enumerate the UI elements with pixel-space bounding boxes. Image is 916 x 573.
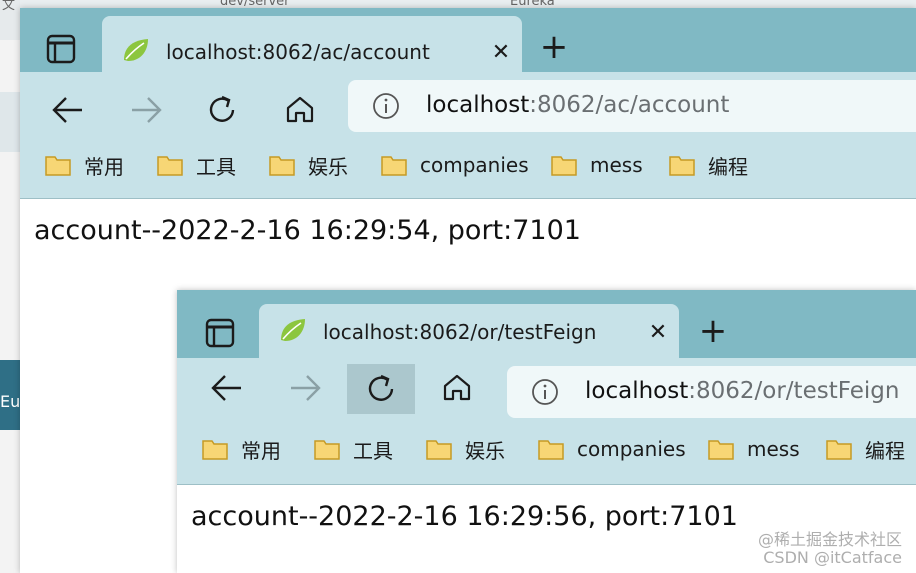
forward-button[interactable] xyxy=(283,366,327,410)
home-icon xyxy=(443,374,471,401)
tab-active[interactable]: localhost:8062/or/testFeign ✕ xyxy=(259,304,679,358)
info-icon[interactable] xyxy=(372,92,400,120)
tab-actions-button[interactable] xyxy=(44,32,78,66)
url-host: localhost xyxy=(426,92,530,118)
background-window-text: Eu xyxy=(0,392,21,411)
folder-icon xyxy=(157,156,183,176)
plus-icon[interactable]: + xyxy=(536,30,572,66)
folder-icon xyxy=(669,156,695,176)
url-host: localhost xyxy=(585,378,689,404)
bookmark-folder-娱乐[interactable]: 娱乐 xyxy=(425,434,505,464)
folder-icon xyxy=(202,440,228,460)
arrow-right-icon xyxy=(291,375,321,401)
url-path: :8062/ac/account xyxy=(529,92,730,118)
bookmark-label: 常用 xyxy=(241,438,281,463)
tab-active[interactable]: localhost:8062/ac/account ✕ xyxy=(102,16,522,72)
bookmark-folder-常用[interactable]: 常用 xyxy=(44,150,124,180)
tab-strip-icon xyxy=(205,318,235,348)
bookmark-label: companies xyxy=(420,153,529,177)
arrow-left-icon xyxy=(211,375,241,401)
folder-icon xyxy=(426,440,452,460)
tab-actions-button[interactable] xyxy=(203,316,237,350)
plus-icon[interactable]: + xyxy=(695,314,731,350)
home-button[interactable] xyxy=(278,88,322,132)
bookmark-label: companies xyxy=(577,437,686,461)
tab-bar: localhost:8062/or/testFeign ✕ + xyxy=(177,290,916,358)
folder-icon xyxy=(45,156,71,176)
info-icon[interactable] xyxy=(531,378,559,406)
bookmark-folder-常用[interactable]: 常用 xyxy=(201,434,281,464)
bookmark-folder-mess[interactable]: mess xyxy=(707,434,800,464)
bookmark-folder-mess[interactable]: mess xyxy=(550,150,643,180)
address-bar[interactable]: localhost:8062/or/testFeign xyxy=(507,366,916,418)
arrow-right-icon xyxy=(132,97,162,123)
bookmark-label: 娱乐 xyxy=(308,154,348,179)
bookmarks-bar: 常用 工具 娱乐 companies mess 编程 xyxy=(177,428,916,470)
arrow-left-icon xyxy=(52,97,82,123)
tab-bar: localhost:8062/ac/account ✕ + xyxy=(20,8,916,72)
tab-strip-icon xyxy=(46,34,76,64)
reload-button[interactable] xyxy=(347,364,415,414)
folder-icon xyxy=(314,440,340,460)
tab-title: localhost:8062/ac/account xyxy=(166,40,430,64)
reload-button[interactable] xyxy=(200,88,244,132)
bookmark-label: mess xyxy=(747,437,800,461)
tab-title: localhost:8062/or/testFeign xyxy=(323,320,597,344)
bookmark-label: 编程 xyxy=(708,154,748,179)
navigation-toolbar: localhost:8062/or/testFeign 常用 工具 娱乐 com… xyxy=(177,358,916,484)
address-url[interactable]: localhost:8062/ac/account xyxy=(426,92,729,118)
bookmark-folder-companies[interactable]: companies xyxy=(380,150,529,180)
folder-icon xyxy=(551,156,577,176)
back-button[interactable] xyxy=(46,88,90,132)
forward-button[interactable] xyxy=(124,88,168,132)
leaf-icon xyxy=(124,39,148,61)
bookmark-folder-工具[interactable]: 工具 xyxy=(313,434,393,464)
reload-icon xyxy=(209,95,235,122)
folder-icon xyxy=(538,440,564,460)
leaf-icon xyxy=(281,319,305,341)
bookmark-label: 编程 xyxy=(865,438,905,463)
bookmark-label: mess xyxy=(590,153,643,177)
close-icon[interactable]: ✕ xyxy=(647,322,669,344)
background-strip xyxy=(0,92,20,152)
bookmark-folder-娱乐[interactable]: 娱乐 xyxy=(268,150,348,180)
home-button[interactable] xyxy=(435,366,479,410)
bookmark-folder-工具[interactable]: 工具 xyxy=(156,150,236,180)
navigation-toolbar: localhost:8062/ac/account 常用 工具 娱乐 compa… xyxy=(20,72,916,198)
bookmarks-bar: 常用 工具 娱乐 companies mess 编程 xyxy=(20,144,916,186)
watermark: @稀土掘金技术社区 CSDN @itCatface xyxy=(758,531,902,567)
bookmark-folder-编程[interactable]: 编程 xyxy=(668,150,748,180)
folder-icon xyxy=(269,156,295,176)
bookmark-label: 工具 xyxy=(196,154,236,179)
bookmark-label: 常用 xyxy=(84,154,124,179)
watermark-line: CSDN @itCatface xyxy=(763,548,902,567)
background-window: Eu xyxy=(0,0,20,573)
response-text: account--2022-2-16 16:29:54, port:7101 xyxy=(34,215,581,246)
bookmark-folder-companies[interactable]: companies xyxy=(537,434,686,464)
bookmark-label: 娱乐 xyxy=(465,438,505,463)
background-text: 文 xyxy=(2,0,16,13)
address-bar[interactable]: localhost:8062/ac/account xyxy=(348,80,916,132)
folder-icon xyxy=(708,440,734,460)
folder-icon xyxy=(826,440,852,460)
url-path: :8062/or/testFeign xyxy=(688,378,900,404)
home-icon xyxy=(286,96,314,123)
reload-icon xyxy=(368,374,394,401)
response-text: account--2022-2-16 16:29:56, port:7101 xyxy=(191,501,738,532)
bookmark-label: 工具 xyxy=(353,438,393,463)
watermark-line: @稀土掘金技术社区 xyxy=(757,530,902,549)
folder-icon xyxy=(381,156,407,176)
address-url[interactable]: localhost:8062/or/testFeign xyxy=(585,378,899,404)
bookmark-folder-编程[interactable]: 编程 xyxy=(825,434,905,464)
close-icon[interactable]: ✕ xyxy=(490,42,512,64)
back-button[interactable] xyxy=(205,366,249,410)
